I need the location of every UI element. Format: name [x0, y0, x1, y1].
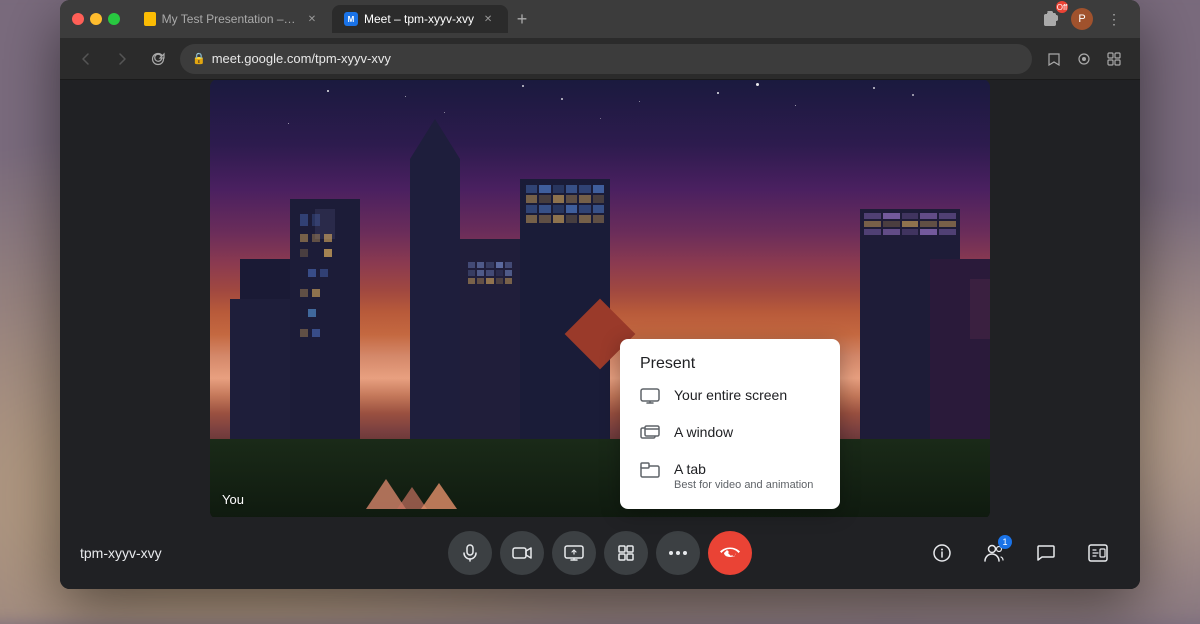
slides-tab-close[interactable]: ✕	[304, 11, 320, 27]
city-background	[210, 80, 990, 517]
reload-button[interactable]	[144, 45, 172, 73]
extensions-button[interactable]: Off	[1036, 5, 1064, 33]
chat-button[interactable]	[1024, 531, 1068, 575]
browser-window: My Test Presentation – Google ✕ M Meet –…	[60, 0, 1140, 589]
slides-favicon	[144, 12, 156, 26]
end-call-button[interactable]	[708, 531, 752, 575]
meeting-code: tpm-xyyv-xvy	[80, 545, 162, 561]
effects-button[interactable]	[604, 531, 648, 575]
present-entire-screen-label: Your entire screen	[674, 387, 787, 403]
present-tab-label: A tab	[674, 461, 813, 477]
meet-tab[interactable]: M Meet – tpm-xyyv-xvy ✕	[332, 5, 508, 33]
title-bar: My Test Presentation – Google ✕ M Meet –…	[60, 0, 1140, 38]
present-menu-title: Present	[620, 347, 840, 377]
video-tile: You	[210, 80, 990, 517]
meet-favicon: M	[344, 12, 358, 26]
bookmark-button[interactable]	[1040, 45, 1068, 73]
people-button[interactable]: 1	[972, 531, 1016, 575]
present-button[interactable]	[552, 531, 596, 575]
present-window-item[interactable]: A window	[620, 414, 840, 451]
chrome-menu-button[interactable]: ⋮	[1100, 5, 1128, 33]
address-bar: 🔒 meet.google.com/tpm-xyyv-xvy	[60, 38, 1140, 80]
people-count-badge: 1	[998, 535, 1012, 549]
minimize-window-button[interactable]	[90, 13, 102, 25]
meet-tab-title: Meet – tpm-xyyv-xvy	[364, 12, 474, 26]
back-button[interactable]	[72, 45, 100, 73]
bottom-toolbar: tpm-xyyv-xvy	[60, 517, 1140, 589]
extension-badge: Off	[1056, 1, 1068, 13]
google-lens-button[interactable]	[1070, 45, 1098, 73]
present-tab-text: A tab Best for video and animation	[674, 461, 813, 491]
close-window-button[interactable]	[72, 13, 84, 25]
profile-button[interactable]: P	[1068, 5, 1096, 33]
more-options-button[interactable]	[656, 531, 700, 575]
monitor-icon	[640, 388, 660, 404]
microphone-button[interactable]	[448, 531, 492, 575]
tab-icon	[640, 462, 660, 478]
tabs-container: My Test Presentation – Google ✕ M Meet –…	[132, 5, 1028, 33]
camera-button[interactable]	[500, 531, 544, 575]
present-window-label: A window	[674, 424, 733, 440]
meet-tab-close[interactable]: ✕	[480, 11, 496, 27]
present-entire-screen-item[interactable]: Your entire screen	[620, 377, 840, 414]
video-area: You	[60, 80, 1140, 517]
present-tab-sublabel: Best for video and animation	[674, 479, 813, 491]
url-text: meet.google.com/tpm-xyyv-xvy	[212, 51, 391, 66]
present-tab-item[interactable]: A tab Best for video and animation	[620, 451, 840, 501]
meeting-info-button[interactable]	[920, 531, 964, 575]
participant-label: You	[222, 492, 244, 507]
present-window-text: A window	[674, 424, 733, 440]
activities-button[interactable]	[1076, 531, 1120, 575]
maximize-window-button[interactable]	[108, 13, 120, 25]
url-bar[interactable]: 🔒 meet.google.com/tpm-xyyv-xvy	[180, 44, 1032, 74]
lock-icon: 🔒	[192, 52, 206, 65]
toolbar-right: 1	[773, 531, 1120, 575]
extension-puzzle-button[interactable]	[1100, 45, 1128, 73]
forward-button[interactable]	[108, 45, 136, 73]
main-content: You Present Your entire screen	[60, 80, 1140, 589]
slides-tab-title: My Test Presentation – Google	[162, 12, 298, 26]
traffic-lights	[72, 13, 120, 25]
present-entire-screen-text: Your entire screen	[674, 387, 787, 403]
slides-tab[interactable]: My Test Presentation – Google ✕	[132, 5, 332, 33]
toolbar-center	[427, 531, 774, 575]
present-menu: Present Your entire screen	[620, 339, 840, 509]
new-tab-button[interactable]: +	[508, 5, 536, 33]
window-icon	[640, 425, 660, 441]
toolbar-left: tpm-xyyv-xvy	[80, 545, 427, 561]
